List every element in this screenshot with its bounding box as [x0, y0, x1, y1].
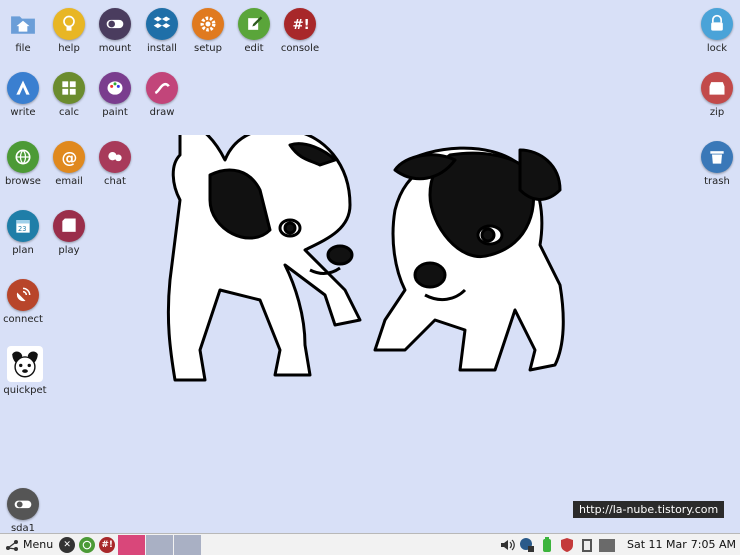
desktop-icon-mount[interactable]: mount [88, 8, 142, 54]
drive-icon [7, 488, 39, 520]
desktop-show-icon[interactable] [599, 537, 615, 553]
volume-icon[interactable] [499, 537, 515, 553]
desktop-icon-label: connect [3, 314, 43, 325]
desktop-icon-label: quickpet [3, 385, 47, 396]
dog-face-icon [7, 346, 43, 382]
desktop-icon-label: mount [98, 43, 132, 54]
draw-icon [146, 72, 178, 104]
desktop-icon-play[interactable]: play [42, 210, 96, 256]
menu-icon [4, 537, 20, 553]
desktop-icon-console[interactable]: #! console [273, 8, 327, 54]
padlock-icon [701, 8, 733, 40]
gear-icon [192, 8, 224, 40]
taskbar: Menu ✕ #! Sat 11 Mar 7:05 AM [0, 533, 740, 555]
desktop-icon-chat[interactable]: chat [88, 141, 142, 187]
chat-icon [99, 141, 131, 173]
calendar-icon: 23 [7, 210, 39, 242]
watermark-url: http://la-nube.tistory.com [573, 501, 725, 518]
at-sign-icon: @ [53, 141, 85, 173]
lightbulb-icon [53, 8, 85, 40]
workspace-3[interactable] [174, 534, 202, 555]
clock[interactable]: Sat 11 Mar 7:05 AM [619, 538, 740, 551]
terminal-hash-icon: #! [284, 8, 316, 40]
desktop-icon-label: zip [709, 107, 725, 118]
desktop: file help mount install setup edit #! co… [0, 0, 740, 534]
svg-text:23: 23 [18, 225, 26, 233]
console-launch-icon[interactable]: #! [99, 536, 116, 553]
archive-icon [701, 72, 733, 104]
browser-launch-icon[interactable] [79, 536, 96, 553]
desktop-icon-paint[interactable]: paint [88, 72, 142, 118]
desktop-icon-sda1[interactable]: sda1 [0, 488, 50, 534]
clock-date: Sat 11 Mar [627, 538, 687, 551]
desktop-icon-label: console [280, 43, 320, 54]
svg-text:#!: #! [293, 18, 310, 33]
trash-icon [701, 141, 733, 173]
desktop-icon-label: paint [102, 107, 128, 118]
write-icon [7, 72, 39, 104]
desktop-icon-label: trash [704, 176, 730, 187]
satellite-icon [7, 279, 39, 311]
svg-text:@: @ [62, 148, 78, 167]
shield-icon[interactable] [559, 537, 575, 553]
desktop-icon-lock[interactable]: lock [690, 8, 740, 54]
clipboard-icon[interactable] [579, 537, 595, 553]
wallpaper-dogs-image [166, 135, 565, 382]
battery-icon[interactable] [539, 536, 555, 553]
desktop-icon-label: draw [149, 107, 175, 118]
desktop-icon-draw[interactable]: draw [135, 72, 189, 118]
close-all-icon[interactable]: ✕ [59, 536, 76, 553]
desktop-icon-label: chat [104, 176, 126, 187]
system-tray: Sat 11 Mar 7:05 AM [499, 534, 740, 555]
menu-label: Menu [23, 538, 54, 551]
desktop-icon-connect[interactable]: connect [0, 279, 50, 325]
desktop-icon-label: lock [706, 43, 728, 54]
workspace-2[interactable] [146, 534, 174, 555]
calculator-icon [53, 72, 85, 104]
film-icon [53, 210, 85, 242]
pencil-icon [238, 8, 270, 40]
desktop-icon-zip[interactable]: zip [690, 72, 740, 118]
workspace-1[interactable] [118, 534, 146, 555]
desktop-icon-trash[interactable]: trash [690, 141, 740, 187]
clock-time: 7:05 AM [690, 538, 736, 551]
dropbox-icon [146, 8, 178, 40]
palette-icon [99, 72, 131, 104]
desktop-icon-quickpet[interactable]: quickpet [0, 346, 52, 396]
folder-home-icon [7, 8, 39, 40]
globe-icon [7, 141, 39, 173]
network-icon[interactable] [519, 537, 535, 553]
toggle-icon [99, 8, 131, 40]
desktop-icon-label: play [58, 245, 80, 256]
start-menu-button[interactable]: Menu [0, 534, 57, 555]
